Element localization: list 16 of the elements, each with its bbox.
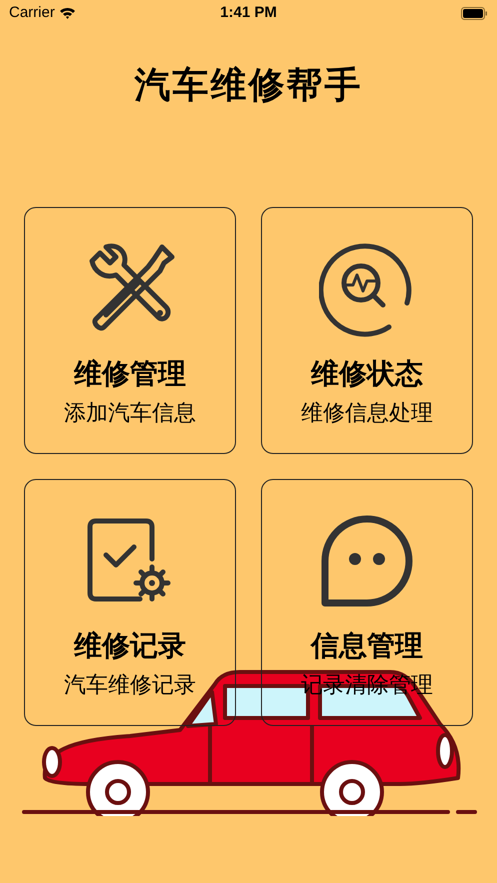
menu-card[interactable]: 维修状态 维修信息处理 — [261, 207, 473, 454]
card-title: 维修状态 — [311, 357, 423, 391]
carrier-label: Carrier — [9, 2, 55, 23]
card-subtitle: 添加汽车信息 — [64, 399, 196, 427]
status-time: 1:41 PM — [220, 2, 277, 23]
app-title: 汽车维修帮手 — [133, 63, 364, 107]
chat-bubble-icon — [319, 513, 415, 609]
card-title: 信息管理 — [311, 629, 423, 663]
card-subtitle: 汽车维修记录 — [64, 671, 196, 699]
battery-icon — [461, 6, 488, 20]
menu-card[interactable]: 维修记录 汽车维修记录 — [24, 479, 236, 726]
menu-card[interactable]: 维修管理 添加汽车信息 — [24, 207, 236, 454]
card-subtitle: 维修信息处理 — [301, 399, 433, 427]
card-title: 维修管理 — [74, 357, 186, 391]
wifi-icon — [58, 6, 76, 20]
card-title: 维修记录 — [74, 629, 186, 663]
